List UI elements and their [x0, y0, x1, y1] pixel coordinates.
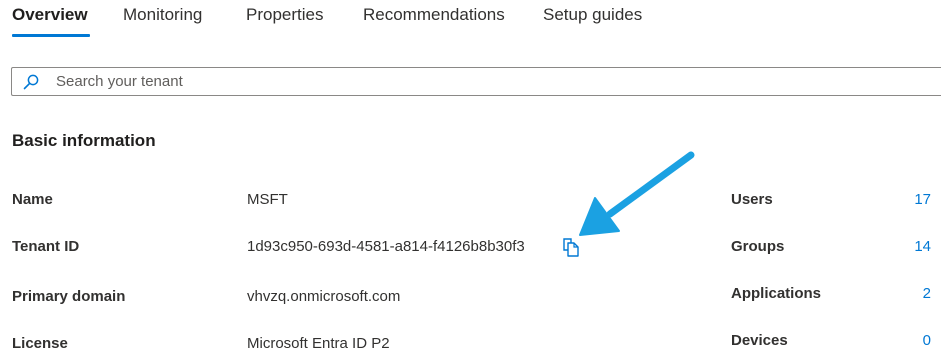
devices-label: Devices	[731, 332, 788, 349]
search-icon	[22, 73, 40, 91]
primary-domain-value: vhvzq.onmicrosoft.com	[247, 288, 401, 305]
groups-label: Groups	[731, 238, 785, 255]
tenant-id-label: Tenant ID	[12, 238, 80, 255]
copy-icon[interactable]	[561, 237, 581, 258]
tenant-id-value: 1d93c950-693d-4581-a814-f4126b8b30f3	[247, 238, 525, 255]
active-tab-indicator	[12, 34, 90, 37]
license-label: License	[12, 335, 68, 352]
section-title-basic-information: Basic information	[12, 131, 156, 150]
tab-overview[interactable]: Overview	[12, 5, 88, 25]
tab-properties[interactable]: Properties	[246, 5, 323, 25]
name-label: Name	[12, 191, 53, 208]
tab-monitoring[interactable]: Monitoring	[123, 5, 202, 25]
applications-count-link[interactable]: 2	[923, 285, 931, 302]
devices-count-link[interactable]: 0	[923, 332, 931, 349]
tab-setup-guides[interactable]: Setup guides	[543, 5, 642, 25]
tab-bar: Overview Monitoring Properties Recommend…	[0, 0, 941, 40]
users-label: Users	[731, 191, 773, 208]
search-input[interactable]	[56, 68, 916, 95]
primary-domain-label: Primary domain	[12, 288, 126, 305]
search-box	[11, 67, 941, 96]
groups-count-link[interactable]: 14	[914, 238, 931, 255]
name-value: MSFT	[247, 191, 288, 208]
license-value: Microsoft Entra ID P2	[247, 335, 390, 352]
users-count-link[interactable]: 17	[914, 191, 931, 208]
tab-recommendations[interactable]: Recommendations	[363, 5, 505, 25]
applications-label: Applications	[731, 285, 822, 302]
annotation-arrow	[579, 151, 695, 236]
